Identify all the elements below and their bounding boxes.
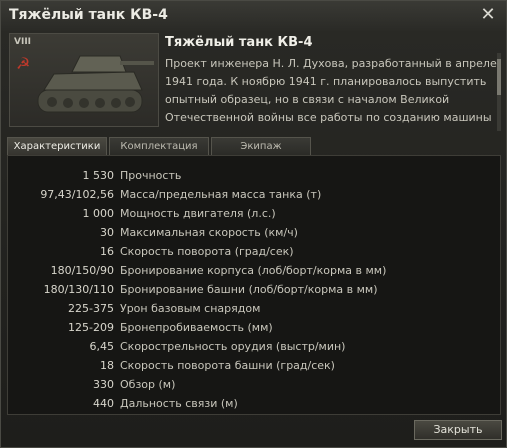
stat-row: 1 530 Прочность: [8, 168, 498, 184]
tank-name: Тяжёлый танк КВ-4: [165, 35, 313, 50]
stat-row: 180/130/110 Бронирование башни (лоб/борт/…: [8, 282, 498, 298]
stat-value: 18: [100, 359, 114, 372]
stat-row: 225-375 Урон базовым снарядом: [8, 301, 498, 317]
stat-label: Скорострельность орудия (выстр/мин): [120, 340, 346, 353]
stat-row: 6,45 Скорострельность орудия (выстр/мин): [8, 339, 498, 355]
tank-info-window: Тяжёлый танк КВ-4 ✕ VIII ☭ Тяжёлый танк …: [0, 0, 507, 448]
stat-value: 6,45: [89, 340, 115, 353]
tank-description: Проект инженера Н. Л. Духова, разработан…: [165, 57, 497, 124]
stat-value: 125-209: [68, 321, 114, 334]
stat-value: 180/130/110: [43, 283, 114, 296]
stat-row: 97,43/102,56 Масса/предельная масса танка…: [8, 187, 498, 203]
stat-label: Бронепробиваемость (мм): [120, 321, 273, 334]
tab-crew[interactable]: Экипаж: [211, 137, 311, 155]
stat-value: 97,43/102,56: [40, 188, 114, 201]
description-scrollbar[interactable]: [497, 53, 501, 131]
stat-label: Бронирование башни (лоб/борт/корма в мм): [120, 283, 378, 296]
tank-silhouette-icon: [37, 55, 154, 113]
stat-row: 180/150/90 Бронирование корпуса (лоб/борт…: [8, 263, 498, 279]
stat-row: 16 Скорость поворота (град/сек): [8, 244, 498, 260]
stats-panel: 1 530 Прочность 97,43/102,56 Масса/предель…: [7, 155, 501, 415]
stat-value: 30: [100, 226, 114, 239]
stat-value: 1 530: [82, 169, 115, 182]
stat-label: Дальность связи (м): [120, 397, 238, 410]
stat-label: Мощность двигателя (л.с.): [120, 207, 276, 220]
tank-image: VIII ☭: [9, 33, 159, 127]
stat-value: 1 000: [82, 207, 115, 220]
stat-label: Максимальная скорость (км/ч): [120, 226, 298, 239]
stat-value: 180/150/90: [50, 264, 114, 277]
stat-value: 225-375: [68, 302, 114, 315]
tank-header: VIII ☭ Тяжёлый танк КВ-4 Проект инженера…: [7, 31, 501, 131]
stat-row: 18 Скорость поворота башни (град/сек): [8, 358, 498, 374]
close-icon[interactable]: ✕: [478, 4, 498, 26]
stat-row: 440 Дальность связи (м): [8, 396, 498, 412]
stat-row: 330 Обзор (м): [8, 377, 498, 393]
stat-row: 1 000 Мощность двигателя (л.с.): [8, 206, 498, 222]
stat-label: Скорость поворота (град/сек): [120, 245, 294, 258]
stat-row: 125-209 Бронепробиваемость (мм): [8, 320, 498, 336]
window-title: Тяжёлый танк КВ-4: [9, 7, 168, 23]
stat-value: 440: [93, 397, 114, 410]
stat-label: Обзор (м): [120, 378, 176, 391]
title-bar[interactable]: Тяжёлый танк КВ-4 ✕: [1, 1, 506, 31]
close-button[interactable]: Закрыть: [414, 420, 502, 440]
tab-equipment[interactable]: Комплектация: [109, 137, 209, 155]
stat-label: Прочность: [120, 169, 182, 182]
stat-label: Масса/предельная масса танка (т): [120, 188, 322, 201]
stat-label: Бронирование корпуса (лоб/борт/корма в м…: [120, 264, 387, 277]
stat-value: 16: [100, 245, 114, 258]
stat-label: Урон базовым снарядом: [120, 302, 261, 315]
stat-label: Скорость поворота башни (град/сек): [120, 359, 335, 372]
tab-characteristics[interactable]: Характеристики: [7, 137, 107, 155]
stat-value: 330: [93, 378, 114, 391]
stat-row: 30 Максимальная скорость (км/ч): [8, 225, 498, 241]
scrollbar-thumb[interactable]: [497, 59, 501, 95]
